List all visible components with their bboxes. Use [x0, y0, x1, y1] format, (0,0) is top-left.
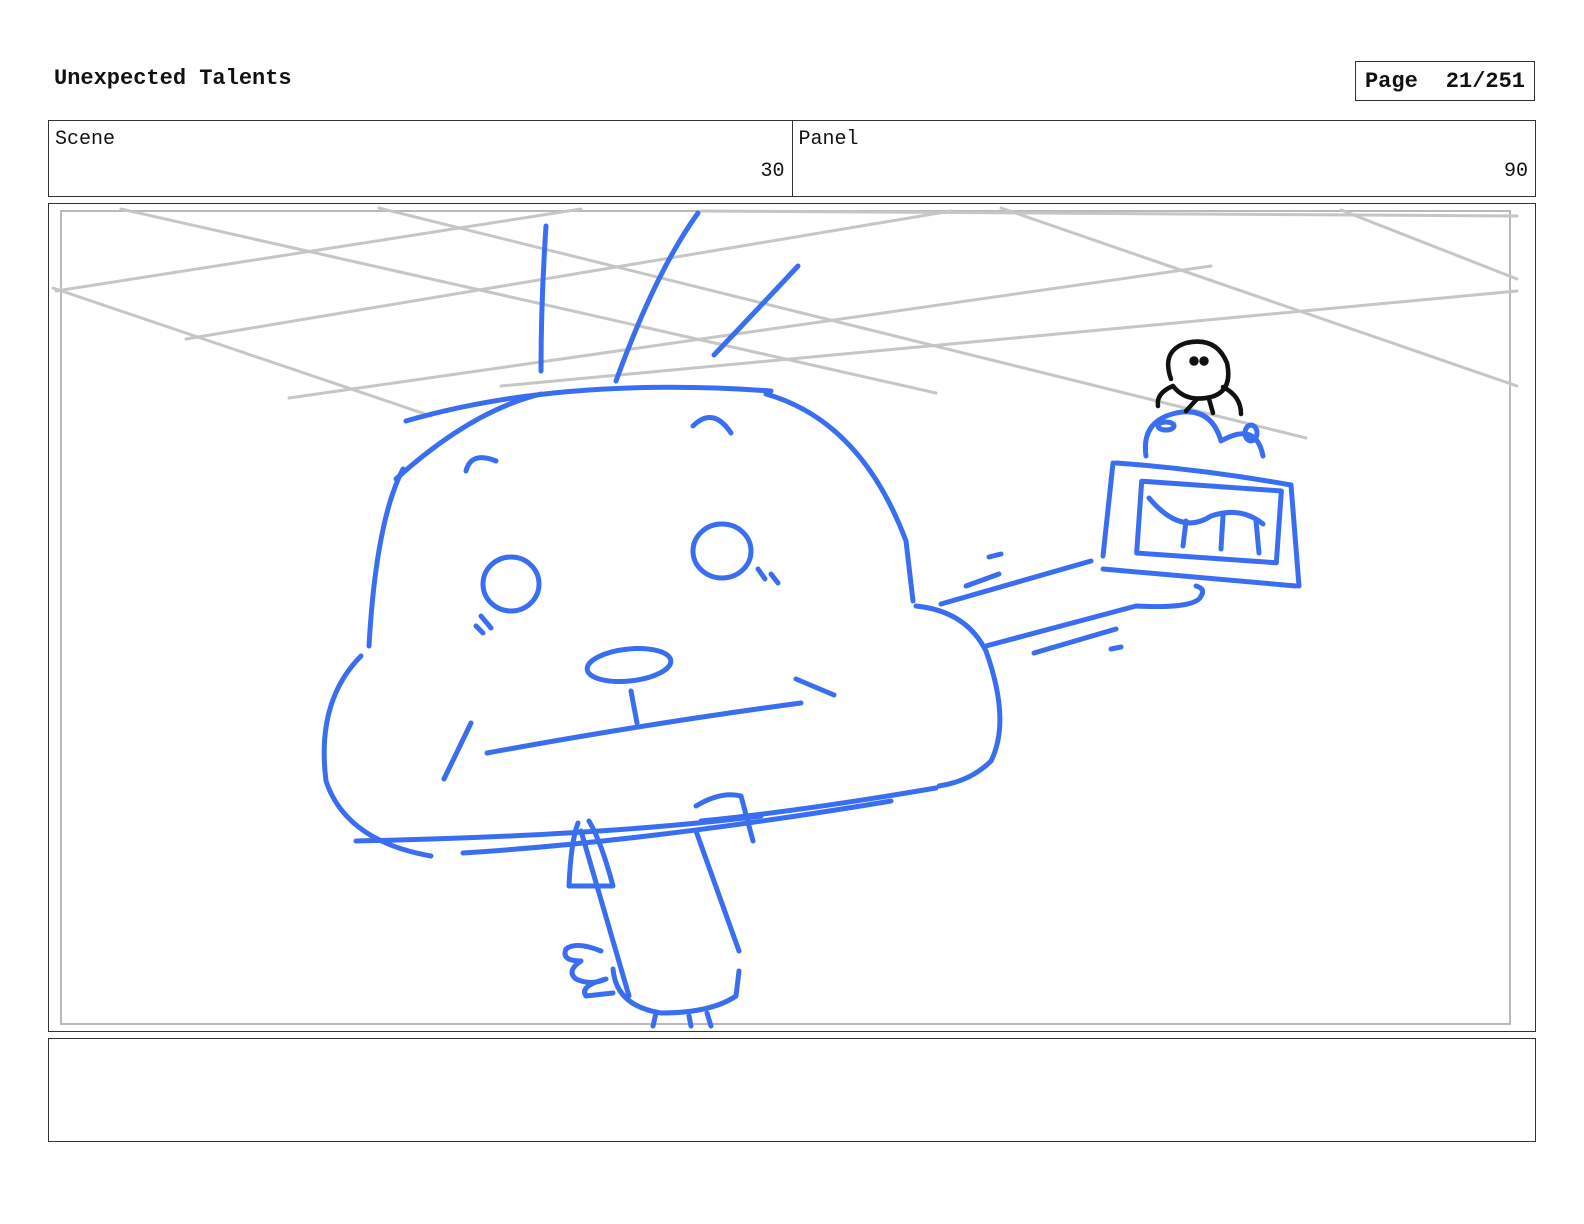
page-indicator: Page 21/251: [1355, 61, 1535, 101]
scene-label: Scene: [55, 128, 116, 151]
small-character-eye-left: [1189, 356, 1199, 366]
page-number: 21/251: [1445, 68, 1526, 94]
scene-number: 30: [760, 160, 785, 183]
scene-panel-info: Scene 30 Panel 90: [48, 120, 1536, 197]
panel-cell: Panel 90: [791, 121, 1536, 196]
panel-number: 90: [1503, 160, 1528, 183]
project-title: Unexpected Talents: [54, 66, 292, 91]
panel-notes: [48, 1038, 1536, 1142]
ceiling-grid: [51, 206, 1519, 440]
small-character-eye-right: [1199, 356, 1209, 366]
character-sketch: [321, 210, 1302, 1029]
safe-area-frame: [60, 210, 1511, 1025]
scene-cell: Scene 30: [49, 121, 792, 196]
page-label: Page: [1364, 68, 1418, 94]
storyboard-sketch: [51, 206, 1519, 1029]
panel-label: Panel: [798, 128, 859, 151]
storyboard-frame: [48, 203, 1536, 1032]
